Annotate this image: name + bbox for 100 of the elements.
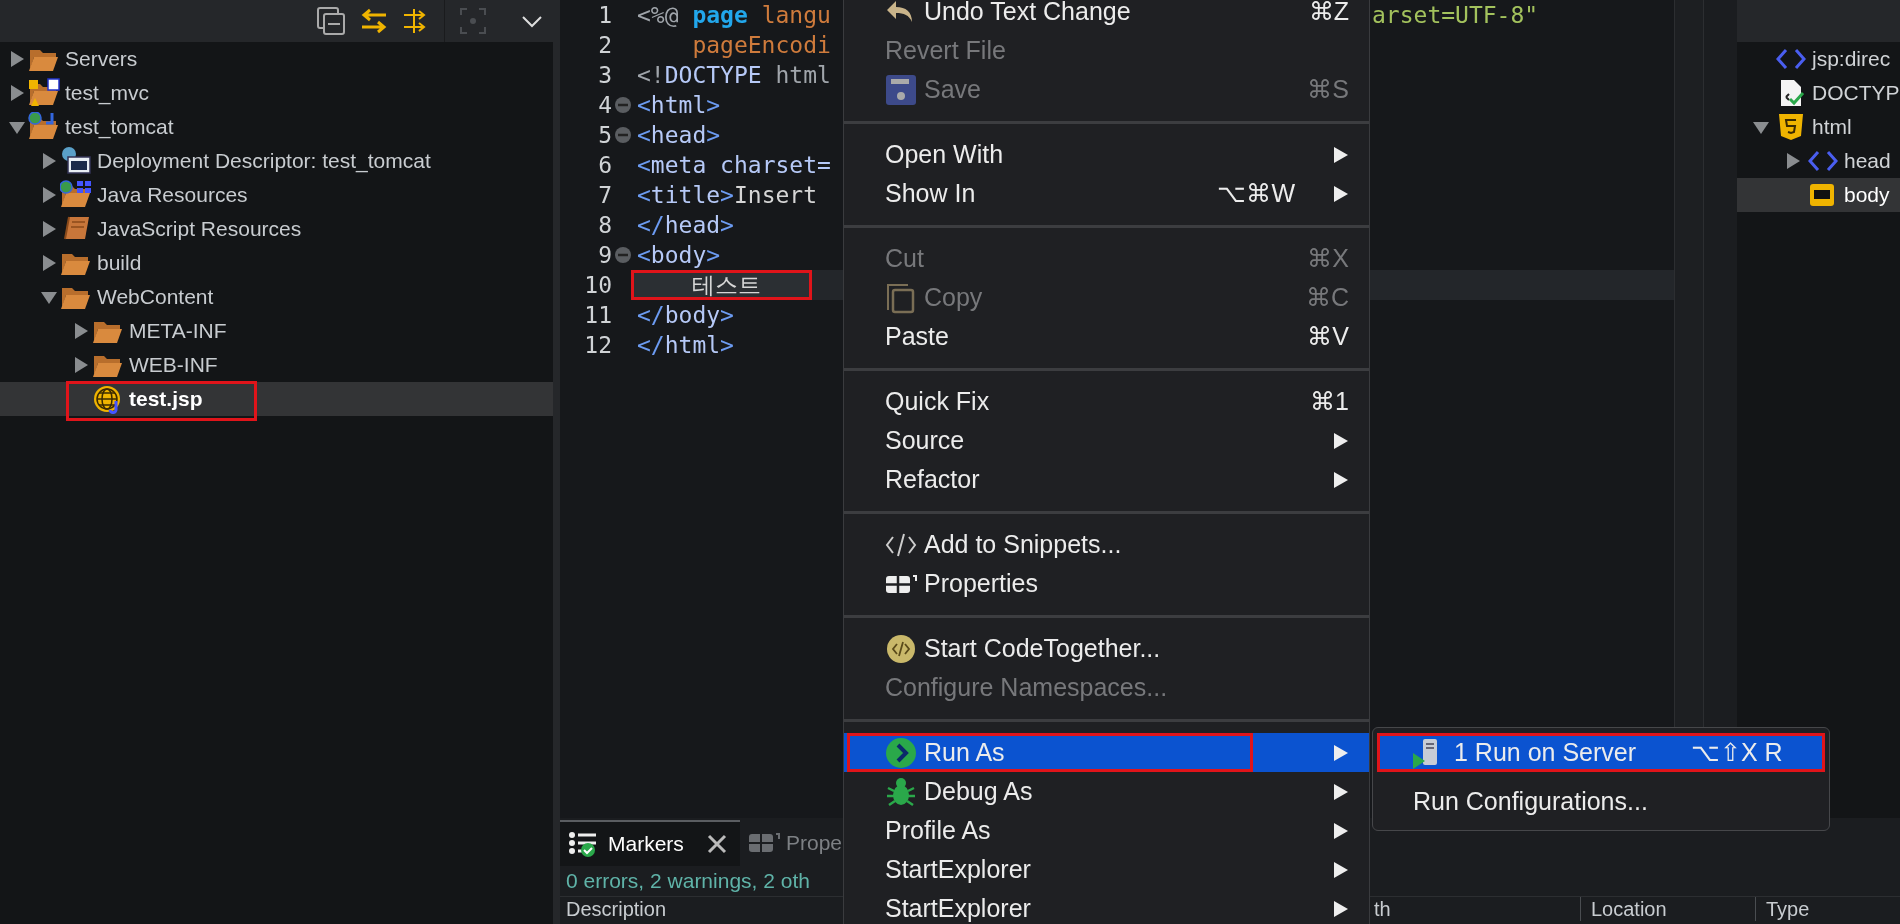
expand-toggle-icon[interactable] <box>40 152 58 170</box>
tree-item[interactable]: Java Resources <box>0 178 553 212</box>
markers-icon <box>568 830 598 858</box>
close-icon[interactable] <box>705 833 728 855</box>
code-circle-icon <box>885 632 917 665</box>
menu-item[interactable]: StartExplorer <box>844 889 1369 924</box>
link-arrows-icon[interactable] <box>360 8 388 34</box>
expand-toggle-icon[interactable] <box>8 84 26 102</box>
submenu-arrow-icon <box>1333 860 1349 879</box>
tree-item[interactable]: Deployment Descriptor: test_tomcat <box>0 144 553 178</box>
menu-item[interactable]: Run Configurations... <box>1373 772 1829 824</box>
shortcut-label: ⌘C <box>1305 281 1349 313</box>
submenu-arrow-icon <box>1333 470 1349 489</box>
menu-item[interactable]: Run As <box>844 733 1369 772</box>
project-folder-icon <box>28 112 60 142</box>
bug-icon <box>885 775 917 808</box>
tree-item-label: Java Resources <box>97 182 248 209</box>
tree-item-label: test_mvc <box>65 80 150 107</box>
shortcut-label: ⌘Z <box>1308 0 1349 27</box>
code-line: <head> <box>637 120 721 150</box>
menu-item[interactable]: Debug As <box>844 772 1369 811</box>
line-number: 6 <box>597 150 612 180</box>
tree-item[interactable]: WebContent <box>0 280 553 314</box>
descriptor-icon <box>60 146 92 176</box>
shortcut-label: ⌘1 <box>1310 385 1349 417</box>
expand-toggle-icon[interactable] <box>40 254 58 272</box>
tree-item[interactable]: Servers <box>0 42 553 76</box>
tree-item-label: test_tomcat <box>65 114 174 141</box>
menu-item[interactable]: Show In ⌥⌘W <box>844 174 1369 213</box>
menu-item[interactable]: Start CodeTogether... <box>844 629 1369 668</box>
project-folder-icon <box>28 78 60 108</box>
tree-item[interactable]: build <box>0 246 553 280</box>
menu-item[interactable]: 1 Run on Server ⌥⇧X R <box>1377 733 1825 772</box>
outline-item-label: html <box>1812 114 1852 141</box>
outline-item-label: jsp:direc <box>1812 46 1891 73</box>
submenu-arrow-icon <box>1333 899 1349 918</box>
menu-item[interactable]: Paste ⌘V <box>844 317 1369 356</box>
submenu-arrow-icon <box>1333 184 1349 203</box>
outline-item[interactable]: DOCTYP <box>1737 76 1900 110</box>
menu-item[interactable]: Open With <box>844 135 1369 174</box>
code-line: <!DOCTYPE html <box>637 60 831 90</box>
tree-item-label: build <box>97 250 142 277</box>
outline-item[interactable]: jsp:direc <box>1737 42 1900 76</box>
tree-item[interactable]: test_mvc <box>0 76 553 110</box>
line-number: 11 <box>583 300 612 330</box>
outline-item[interactable]: html <box>1737 110 1900 144</box>
menu-item[interactable]: Source <box>844 421 1369 460</box>
line-number: 4 <box>597 90 612 120</box>
menu-item[interactable]: Properties <box>844 564 1369 603</box>
menu-item[interactable]: Refactor <box>844 460 1369 499</box>
angle-brackets-icon <box>1776 48 1806 70</box>
shortcut-label: ⌥⌘W <box>1217 177 1295 209</box>
panel-tab[interactable]: Markers <box>560 820 740 866</box>
column-header[interactable]: Description <box>566 897 667 921</box>
submenu-arrow-icon <box>1333 145 1349 164</box>
expand-toggle-icon[interactable] <box>40 186 58 204</box>
fold-icon[interactable] <box>614 246 632 264</box>
tree-item-label: META-INF <box>129 318 227 345</box>
expand-toggle-icon[interactable] <box>72 356 90 374</box>
line-number: 12 <box>583 330 612 360</box>
line-number: 1 <box>597 0 612 30</box>
html5-shield-icon <box>1776 113 1806 141</box>
menu-item[interactable]: StartExplorer <box>844 850 1369 889</box>
code-line: <html> <box>637 90 721 120</box>
column-header[interactable]: Type <box>1766 897 1810 921</box>
code-line: </body> <box>637 300 734 330</box>
code-line: <%@ page langu <box>637 0 831 30</box>
outline-item[interactable]: head <box>1737 144 1900 178</box>
angle-brackets-icon <box>1808 150 1838 172</box>
shortcut-label: ⌥⇧X R <box>1691 736 1783 768</box>
expand-toggle-icon[interactable] <box>1784 152 1802 170</box>
expand-toggle-icon[interactable] <box>40 220 58 238</box>
code-line: <title>Insert <box>637 180 818 210</box>
play-circle-icon <box>885 736 917 769</box>
package-folder-icon <box>60 180 92 210</box>
tree-item-label: Servers <box>65 46 138 73</box>
tree-item[interactable]: JavaScript Resources <box>0 212 553 246</box>
collapse-all-icon[interactable] <box>316 6 346 36</box>
column-header[interactable]: th <box>1374 897 1391 921</box>
expand-toggle-icon[interactable] <box>8 50 26 68</box>
panel-tab[interactable]: Prope <box>740 820 843 866</box>
expand-toggle-icon[interactable] <box>72 322 90 340</box>
menu-item[interactable]: Quick Fix ⌘1 <box>844 382 1369 421</box>
menu-item[interactable]: Undo Text Change ⌘Z <box>844 0 1369 31</box>
outline-item[interactable]: body <box>1737 178 1900 212</box>
line-number: 3 <box>597 60 612 90</box>
menu-item[interactable]: Add to Snippets... <box>844 525 1369 564</box>
code-brackets-icon <box>885 531 917 558</box>
tree-item[interactable]: test_tomcat <box>0 110 553 144</box>
tree-item[interactable]: META-INF <box>0 314 553 348</box>
tree-item-label: Deployment Descriptor: test_tomcat <box>97 148 431 175</box>
column-header[interactable]: Location <box>1591 897 1667 921</box>
fold-icon[interactable] <box>614 96 632 114</box>
shortcut-label: ⌘X <box>1307 242 1349 274</box>
fold-icon[interactable] <box>614 126 632 144</box>
tree-item[interactable]: WEB-INF <box>0 348 553 382</box>
marker-summary: 0 errors, 2 warnings, 2 oth <box>566 868 810 895</box>
submenu-arrow-icon <box>1333 431 1349 450</box>
outline-item-label: body <box>1844 182 1890 209</box>
menu-item[interactable]: Profile As <box>844 811 1369 850</box>
